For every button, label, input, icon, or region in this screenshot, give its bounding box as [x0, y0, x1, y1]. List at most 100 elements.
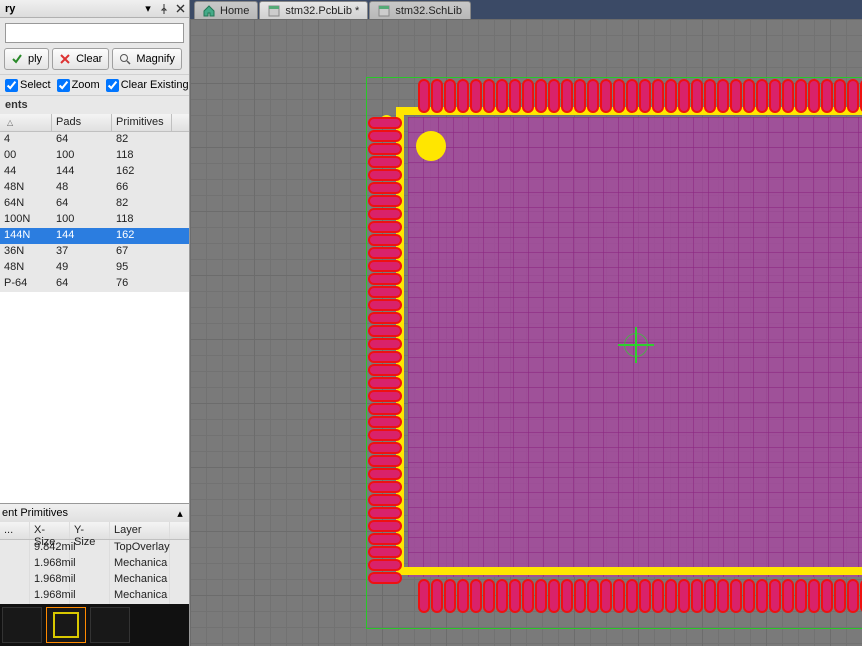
pad-left	[368, 338, 402, 350]
col-name[interactable]: △	[0, 114, 52, 131]
pad-left	[368, 351, 402, 363]
library-panel: ry ▾ ply Clear	[0, 0, 190, 646]
magnify-icon	[119, 53, 132, 66]
pad-top	[769, 79, 781, 113]
pad-top	[587, 79, 599, 113]
primitives-heading: ent Primitives	[2, 507, 68, 519]
component-row[interactable]: 44144162	[0, 164, 189, 180]
component-row[interactable]: 64N6482	[0, 196, 189, 212]
pin1-dot-large	[416, 131, 446, 161]
panel-title: ry	[2, 3, 15, 15]
cell-name: 00	[0, 148, 52, 164]
home-icon	[203, 5, 215, 17]
pad-bottom	[665, 579, 677, 613]
col-ysize[interactable]: Y-Size	[70, 522, 110, 539]
component-row[interactable]: P-646476	[0, 276, 189, 292]
clear-existing-checkbox[interactable]: Clear Existing	[106, 79, 189, 92]
pad-top	[847, 79, 859, 113]
col-pads[interactable]: Pads	[52, 114, 112, 131]
pad-bottom	[431, 579, 443, 613]
magnify-button[interactable]: Magnify	[112, 48, 182, 70]
pad-top	[548, 79, 560, 113]
pad-left	[368, 208, 402, 220]
mask-row	[0, 18, 189, 48]
cell-layer: Mechanica	[110, 556, 170, 572]
pad-top	[574, 79, 586, 113]
cell-type	[0, 540, 30, 556]
cell-prim: 76	[112, 276, 172, 292]
pad-left	[368, 546, 402, 558]
tab-label: stm32.SchLib	[395, 5, 462, 17]
primitives-panel: ent Primitives ▴ ... X-Size Y-Size Layer…	[0, 503, 189, 604]
pad-top	[431, 79, 443, 113]
thumb-current[interactable]	[46, 607, 86, 643]
thumb-prev[interactable]	[2, 607, 42, 643]
pad-bottom	[600, 579, 612, 613]
component-row[interactable]: 100N100118	[0, 212, 189, 228]
tab-label: Home	[220, 5, 249, 17]
pad-top	[704, 79, 716, 113]
cell-pads: 64	[52, 132, 112, 148]
panel-close-icon[interactable]	[173, 2, 187, 16]
component-row[interactable]: 144N144162	[0, 228, 189, 244]
cell-y	[70, 588, 110, 604]
clear-button[interactable]: Clear	[52, 48, 109, 70]
pad-bottom	[821, 579, 833, 613]
primitive-row[interactable]: 1.968milMechanica	[0, 556, 189, 572]
pad-bottom	[769, 579, 781, 613]
cell-name: 44	[0, 164, 52, 180]
pad-left	[368, 169, 402, 181]
cell-name: 4	[0, 132, 52, 148]
component-row[interactable]: 36N3767	[0, 244, 189, 260]
thumb-next[interactable]	[90, 607, 130, 643]
pcb-canvas[interactable]	[190, 19, 862, 646]
thumbnail-strip	[0, 604, 189, 646]
pad-bottom	[587, 579, 599, 613]
tab-stm32-pcblib-[interactable]: stm32.PcbLib *	[259, 1, 368, 19]
col-type[interactable]: ...	[0, 522, 30, 539]
cell-prim: 162	[112, 228, 172, 244]
pad-top	[509, 79, 521, 113]
cell-prim: 95	[112, 260, 172, 276]
cell-prim: 82	[112, 132, 172, 148]
origin-marker	[618, 327, 654, 363]
component-row[interactable]: 46482	[0, 132, 189, 148]
pad-left	[368, 143, 402, 155]
pad-top	[639, 79, 651, 113]
zoom-checkbox[interactable]: Zoom	[57, 79, 100, 92]
tab-stm32-schlib[interactable]: stm32.SchLib	[369, 1, 471, 19]
panel-menu-icon[interactable]: ▾	[141, 2, 155, 16]
apply-button[interactable]: ply	[4, 48, 49, 70]
tab-home[interactable]: Home	[194, 1, 258, 19]
cell-prim: 66	[112, 180, 172, 196]
pad-left	[368, 156, 402, 168]
cell-type	[0, 572, 30, 588]
col-primitives[interactable]: Primitives	[112, 114, 172, 131]
pad-left	[368, 312, 402, 324]
select-checkbox[interactable]: Select	[5, 79, 51, 92]
component-row[interactable]: 48N4866	[0, 180, 189, 196]
pad-left	[368, 390, 402, 402]
panel-pin-icon[interactable]	[157, 2, 171, 16]
primitive-row[interactable]: 1.968milMechanica	[0, 588, 189, 604]
pad-top	[665, 79, 677, 113]
pad-bottom	[717, 579, 729, 613]
pad-bottom	[743, 579, 755, 613]
component-row[interactable]: 00100118	[0, 148, 189, 164]
pad-bottom	[626, 579, 638, 613]
pad-bottom	[795, 579, 807, 613]
pad-bottom	[535, 579, 547, 613]
components-grid-header: △ Pads Primitives	[0, 114, 189, 132]
primitives-collapse-icon[interactable]: ▴	[173, 506, 187, 520]
col-layer[interactable]: Layer	[110, 522, 170, 539]
primitive-row[interactable]: 1.968milMechanica	[0, 572, 189, 588]
apply-label: ply	[28, 53, 42, 65]
mask-input[interactable]	[5, 23, 184, 43]
cell-pads: 48	[52, 180, 112, 196]
pad-top	[626, 79, 638, 113]
pad-left	[368, 442, 402, 454]
cell-name: 64N	[0, 196, 52, 212]
component-row[interactable]: 48N4995	[0, 260, 189, 276]
pad-left	[368, 117, 402, 129]
col-xsize[interactable]: X-Size	[30, 522, 70, 539]
